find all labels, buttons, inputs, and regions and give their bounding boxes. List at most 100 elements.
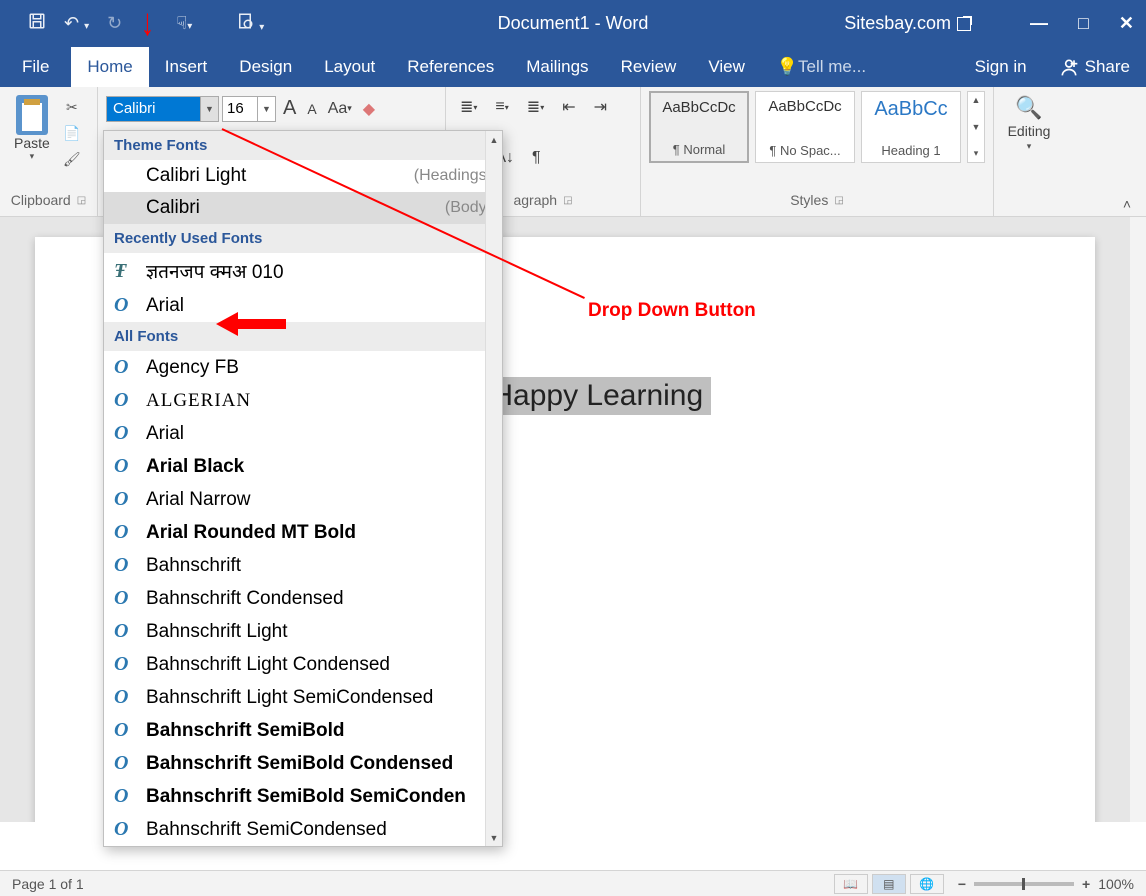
- clear-formatting-button[interactable]: ◆: [359, 97, 379, 121]
- redo-icon[interactable]: ↻: [107, 13, 122, 34]
- font-item[interactable]: OBahnschrift SemiCondensed: [104, 813, 502, 846]
- dropdown-scrollbar[interactable]: ▲ ▼: [485, 131, 502, 846]
- font-item[interactable]: OArial Black: [104, 450, 502, 483]
- tab-file[interactable]: File: [0, 47, 71, 87]
- paragraph-dialog-launcher[interactable]: ◲: [563, 195, 572, 206]
- theme-fonts-header: Theme Fonts: [104, 131, 502, 160]
- tab-view[interactable]: View: [692, 47, 761, 87]
- font-item[interactable]: OArial Rounded MT Bold: [104, 516, 502, 549]
- font-dropdown: ▲ ▼ Theme Fonts Calibri Light (Headings)…: [103, 130, 503, 847]
- styles-dialog-launcher[interactable]: ◲: [834, 195, 843, 206]
- numbering-button[interactable]: ≡▾: [491, 95, 512, 119]
- zoom-out-button[interactable]: −: [958, 876, 966, 892]
- tab-review[interactable]: Review: [605, 47, 693, 87]
- ribbon-tabs: File Home Insert Design Layout Reference…: [0, 47, 1146, 87]
- font-item[interactable]: OBahnschrift Condensed: [104, 582, 502, 615]
- tab-mailings[interactable]: Mailings: [510, 47, 604, 87]
- font-item[interactable]: OBahnschrift SemiBold SemiConden: [104, 780, 502, 813]
- page-indicator[interactable]: Page 1 of 1: [12, 876, 84, 892]
- window-controls: — □ ✕: [1030, 13, 1134, 34]
- all-fonts-header: All Fonts: [104, 322, 502, 351]
- tab-home[interactable]: Home: [71, 47, 148, 87]
- decrease-indent-button[interactable]: ⇤: [558, 95, 579, 119]
- undo-icon[interactable]: ↶ ▾: [64, 13, 89, 34]
- font-name-dropdown-button[interactable]: ▼: [201, 96, 219, 122]
- change-case-button[interactable]: Aa▾: [324, 98, 356, 120]
- recent-fonts-header: Recently Used Fonts: [104, 224, 502, 253]
- font-item-recent-0[interactable]: Ŧ ज्ञतनजप क्मअ 010: [104, 253, 502, 289]
- title-bar: ↶ ▾ ↻ ☟▾ ▾ Document1 - Word Sitesbay.com…: [0, 0, 1146, 47]
- font-name-combo[interactable]: ▼: [106, 96, 219, 122]
- copy-icon[interactable]: 📄: [60, 121, 84, 145]
- collapse-ribbon-button[interactable]: ˄: [1112, 196, 1142, 212]
- maximize-button[interactable]: □: [1078, 13, 1089, 34]
- font-item[interactable]: OBahnschrift Light SemiCondensed: [104, 681, 502, 714]
- zoom-in-button[interactable]: +: [1082, 876, 1090, 892]
- multilevel-list-button[interactable]: ≣▾: [523, 95, 548, 119]
- site-label: Sitesbay.com: [844, 13, 971, 34]
- styles-label: Styles◲: [649, 192, 985, 214]
- scroll-down-icon[interactable]: ▼: [486, 829, 502, 846]
- font-item[interactable]: OBahnschrift: [104, 549, 502, 582]
- bullets-button[interactable]: ≣▾: [456, 95, 481, 119]
- font-name-input[interactable]: [106, 96, 201, 122]
- grow-font-button[interactable]: A: [279, 95, 300, 122]
- tab-insert[interactable]: Insert: [149, 47, 224, 87]
- print-preview-icon[interactable]: ▾: [236, 12, 264, 35]
- shrink-font-button[interactable]: A: [303, 99, 320, 119]
- font-item[interactable]: OBahnschrift SemiBold Condensed: [104, 747, 502, 780]
- truetype-icon: Ŧ: [114, 260, 136, 283]
- font-item-calibri[interactable]: Calibri (Body): [104, 192, 502, 224]
- paste-button[interactable]: Paste ▾: [8, 91, 56, 171]
- annotation-arrow-top: ↓: [141, 2, 154, 45]
- font-item[interactable]: OArial Narrow: [104, 483, 502, 516]
- popout-icon[interactable]: [957, 17, 971, 31]
- format-painter-icon[interactable]: 🖌: [60, 147, 84, 171]
- style-heading1[interactable]: AaBbCc Heading 1: [861, 91, 961, 163]
- minimize-button[interactable]: —: [1030, 13, 1048, 34]
- clipboard-group: Paste ▾ ✂ 📄 🖌 Clipboard◲: [0, 87, 98, 216]
- status-bar: Page 1 of 1 📖 ▤ 🌐 − + 100%: [0, 870, 1146, 896]
- tell-me[interactable]: 💡 Tell me...: [761, 47, 882, 87]
- cut-icon[interactable]: ✂: [60, 95, 84, 119]
- view-web-layout[interactable]: 🌐: [910, 874, 944, 894]
- styles-more[interactable]: ▲▼▾: [967, 91, 985, 163]
- close-button[interactable]: ✕: [1119, 13, 1134, 34]
- view-read-mode[interactable]: 📖: [834, 874, 868, 894]
- font-item[interactable]: OBahnschrift SemiBold: [104, 714, 502, 747]
- style-no-spacing[interactable]: AaBbCcDc ¶ No Spac...: [755, 91, 855, 163]
- scroll-up-icon[interactable]: ▲: [486, 131, 502, 148]
- font-item[interactable]: OALGERIAN: [104, 384, 502, 417]
- tab-layout[interactable]: Layout: [308, 47, 391, 87]
- font-size-combo[interactable]: ▼: [222, 96, 276, 122]
- font-item[interactable]: OBahnschrift Light Condensed: [104, 648, 502, 681]
- font-size-input[interactable]: [222, 96, 258, 122]
- font-item[interactable]: OAgency FB: [104, 351, 502, 384]
- sign-in-link[interactable]: Sign in: [959, 47, 1043, 87]
- annotation-arrow-arial: [216, 312, 286, 339]
- share-button[interactable]: Share: [1043, 47, 1146, 87]
- zoom-slider[interactable]: [974, 882, 1074, 886]
- editing-button[interactable]: 🔍 Editing ▾: [1008, 95, 1051, 152]
- font-item-recent-arial[interactable]: O Arial: [104, 289, 502, 322]
- show-hide-button[interactable]: ¶: [528, 147, 545, 169]
- opentype-icon: O: [114, 294, 136, 317]
- style-normal[interactable]: AaBbCcDc ¶ Normal: [649, 91, 749, 163]
- annotation-label: Drop Down Button: [588, 300, 756, 322]
- editing-group: 🔍 Editing ▾: [994, 87, 1064, 216]
- touch-mode-icon[interactable]: ☟▾: [176, 13, 192, 34]
- clipboard-dialog-launcher[interactable]: ◲: [77, 195, 86, 206]
- increase-indent-button[interactable]: ⇥: [590, 95, 611, 119]
- tab-references[interactable]: References: [391, 47, 510, 87]
- paste-icon: [16, 95, 48, 135]
- clipboard-label: Clipboard◲: [8, 192, 89, 214]
- font-size-dropdown-button[interactable]: ▼: [258, 96, 276, 122]
- save-icon[interactable]: [28, 12, 46, 35]
- font-item[interactable]: OBahnschrift Light: [104, 615, 502, 648]
- tab-design[interactable]: Design: [223, 47, 308, 87]
- font-item[interactable]: OArial: [104, 417, 502, 450]
- styles-group: AaBbCcDc ¶ Normal AaBbCcDc ¶ No Spac... …: [641, 87, 994, 216]
- view-print-layout[interactable]: ▤: [872, 874, 906, 894]
- quick-access-toolbar: ↶ ▾ ↻ ☟▾ ▾: [0, 12, 264, 35]
- zoom-level[interactable]: 100%: [1098, 876, 1134, 892]
